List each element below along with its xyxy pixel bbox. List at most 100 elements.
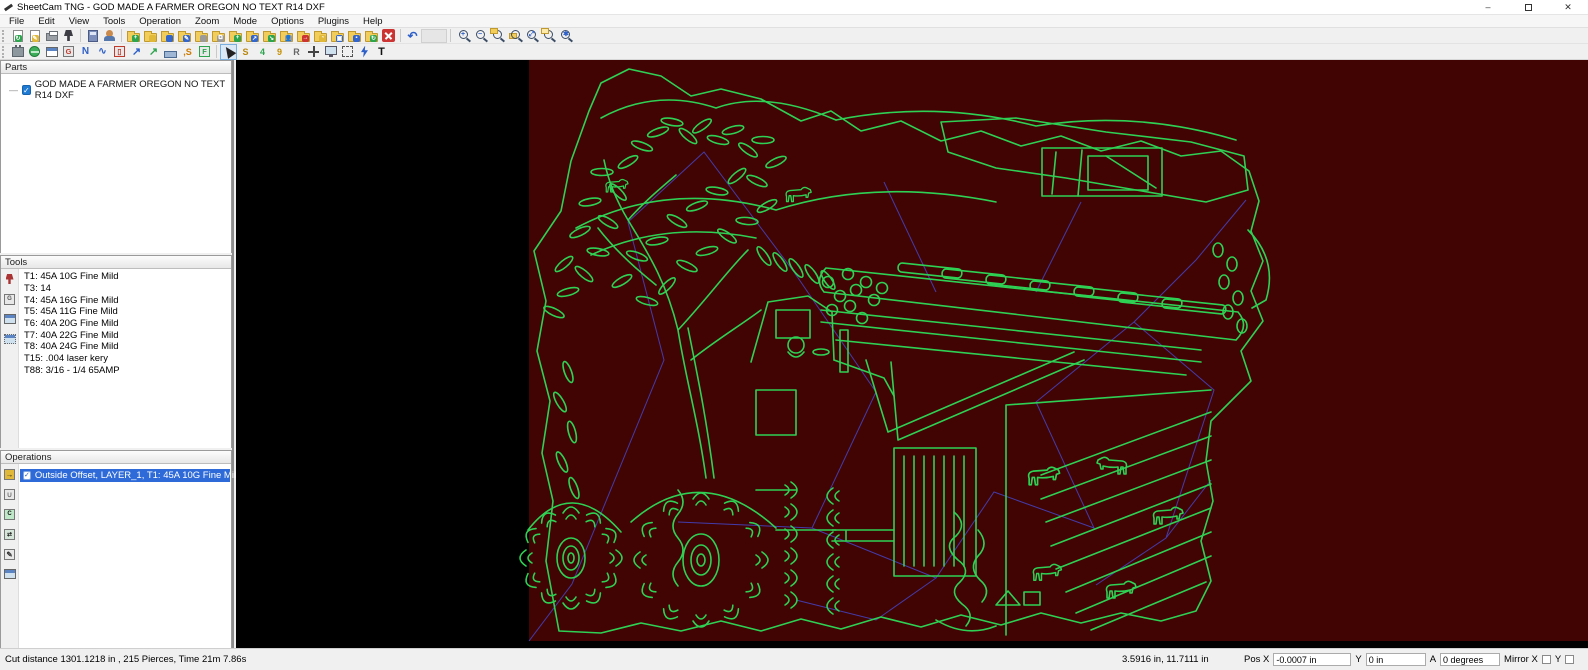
folder-add-icon[interactable]: + — [227, 28, 244, 44]
folder-pc-icon[interactable]: ▣ — [329, 28, 346, 44]
text-tool-icon[interactable]: T — [373, 44, 390, 60]
save-job-as-icon[interactable]: ✎ — [176, 28, 193, 44]
menu-mode[interactable]: Mode — [226, 15, 264, 27]
tool-table-2-icon[interactable] — [2, 332, 17, 346]
op-transform-icon[interactable]: ⇄ — [2, 527, 17, 541]
move-origin-icon[interactable] — [305, 44, 322, 60]
folder-move-icon[interactable]: → — [295, 28, 312, 44]
plate-icon[interactable] — [162, 44, 179, 60]
tool-row[interactable]: T3: 14 — [20, 283, 230, 295]
part-tree-item[interactable]: — ✓ GOD MADE A FARMER OREGON NO TEXT R14… — [1, 74, 231, 101]
close-button[interactable]: ✕ — [1548, 0, 1588, 14]
menu-help[interactable]: Help — [356, 15, 390, 27]
torch-setup-icon[interactable] — [60, 28, 77, 44]
restore-button[interactable] — [1508, 0, 1548, 14]
tree-expander[interactable]: — — [9, 85, 18, 95]
op-clamp-icon[interactable]: ∪ — [2, 487, 17, 501]
tool-row[interactable]: T4: 45A 16G Fine Mild — [20, 294, 230, 306]
zoom-extents-icon[interactable]: ⤢ — [522, 28, 539, 44]
rapids-icon[interactable]: F — [196, 44, 213, 60]
folder-out-icon[interactable]: ↗ — [244, 28, 261, 44]
gcode-icon[interactable]: G — [60, 44, 77, 60]
import-part-icon[interactable]: + — [125, 28, 142, 44]
op-edit-icon[interactable]: ✎ — [2, 547, 17, 561]
rotate-part-icon[interactable]: ↗ — [145, 44, 162, 60]
curve-nodes-icon[interactable]: ∿ — [94, 44, 111, 60]
tool-row[interactable]: T1: 45A 10G Fine Mild — [20, 271, 230, 283]
material-plate[interactable] — [529, 60, 1588, 641]
tool-table-icon[interactable] — [2, 312, 17, 326]
part-checkbox[interactable]: ✓ — [22, 85, 31, 95]
folder-disk-icon[interactable]: ▪ — [346, 28, 363, 44]
menu-file[interactable]: File — [2, 15, 31, 27]
menu-operation[interactable]: Operation — [132, 15, 188, 27]
operator-post-icon[interactable] — [101, 28, 118, 44]
snap-9-icon[interactable]: 9 — [271, 44, 288, 60]
tool-row[interactable]: T7: 40A 22G Fine Mild — [20, 329, 230, 341]
part-edit-icon[interactable]: ▯ — [111, 44, 128, 60]
zoom-out-icon[interactable]: − — [471, 28, 488, 44]
machine-icon[interactable] — [9, 44, 26, 60]
tool-row[interactable]: T6: 40A 20G Fine Mild — [20, 318, 230, 330]
menu-view[interactable]: View — [62, 15, 96, 27]
edit-drawing-icon[interactable]: ✎ — [26, 28, 43, 44]
folder-doc-icon[interactable] — [193, 28, 210, 44]
tool-row[interactable]: T8: 40A 24G Fine Mild — [20, 341, 230, 353]
tool-row[interactable]: T88: 3/16 - 1/4 65AMP — [20, 365, 230, 377]
zoom-part-icon[interactable] — [505, 28, 522, 44]
menu-plugins[interactable]: Plugins — [311, 15, 356, 27]
select-cursor-icon[interactable] — [220, 43, 237, 60]
calculator-icon[interactable] — [84, 28, 101, 44]
menu-zoom[interactable]: Zoom — [188, 15, 226, 27]
selection-box-icon[interactable] — [339, 44, 356, 60]
tool-gcode-icon[interactable]: G — [2, 292, 17, 306]
tools-strip: G — [1, 269, 19, 448]
zoom-options-icon[interactable]: ✱ — [556, 28, 573, 44]
sheetcam-window: SheetCam TNG - GOD MADE A FARMER OREGON … — [0, 0, 1588, 670]
measure-icon[interactable] — [356, 44, 373, 60]
tool-row[interactable]: T15: .004 laser kery — [20, 353, 230, 365]
folder-refresh-icon[interactable]: ↻ — [363, 28, 380, 44]
folder-clock-icon[interactable]: ◔ — [312, 28, 329, 44]
save-job-icon[interactable] — [159, 28, 176, 44]
reload-drawing-icon[interactable]: ↻ — [9, 28, 26, 44]
menu-tools[interactable]: Tools — [96, 15, 132, 27]
minimize-button[interactable]: – — [1468, 0, 1508, 14]
menu-options[interactable]: Options — [264, 15, 311, 27]
window-icon[interactable] — [43, 44, 60, 60]
menu-edit[interactable]: Edit — [31, 15, 61, 27]
mirror-x-checkbox[interactable] — [1541, 655, 1551, 664]
undo-icon[interactable]: ↶ — [404, 28, 421, 44]
open-job-icon[interactable] — [142, 28, 159, 44]
folder-in-icon[interactable]: ↘ — [261, 28, 278, 44]
mirror-y-checkbox[interactable] — [1565, 655, 1575, 664]
screen-icon[interactable] — [322, 44, 339, 60]
zoom-selection-icon[interactable] — [539, 28, 556, 44]
zoom-window-icon[interactable] — [488, 28, 505, 44]
op-table-icon[interactable] — [2, 567, 17, 581]
op-insert-icon[interactable]: → — [2, 467, 17, 481]
folder-user-icon[interactable]: 👤 — [278, 28, 295, 44]
snap-r-icon[interactable]: R — [288, 44, 305, 60]
cam-view — [519, 60, 1588, 642]
material-icon[interactable] — [26, 44, 43, 60]
start-points-icon[interactable]: ,S — [179, 44, 196, 60]
operation-checkbox[interactable]: ✓ — [23, 471, 31, 480]
posx-input[interactable] — [1273, 653, 1352, 666]
print-icon[interactable] — [43, 28, 60, 44]
move-part-icon[interactable]: ↗ — [128, 44, 145, 60]
posy-input[interactable] — [1365, 653, 1426, 666]
tool-row[interactable]: T5: 45A 11G Fine Mild — [20, 306, 230, 318]
drawing-canvas[interactable] — [236, 60, 1588, 648]
op-contour-icon[interactable]: C — [2, 507, 17, 521]
zoom-in-icon[interactable]: + — [454, 28, 471, 44]
close-job-icon[interactable] — [380, 28, 397, 44]
angle-input[interactable] — [1440, 653, 1501, 666]
path-nodes-icon[interactable]: N — [77, 44, 94, 60]
operation-row-selected[interactable]: ✓ Outside Offset, LAYER_1, T1: 45A 10G F… — [20, 469, 241, 482]
snap-4-icon[interactable]: 4 — [254, 44, 271, 60]
part-label[interactable]: GOD MADE A FARMER OREGON NO TEXT R14 DXF — [35, 79, 231, 101]
folder-copy-icon[interactable]: ⧉ — [210, 28, 227, 44]
snap-s-icon[interactable]: S — [237, 44, 254, 60]
tool-torch-icon[interactable] — [2, 272, 17, 286]
